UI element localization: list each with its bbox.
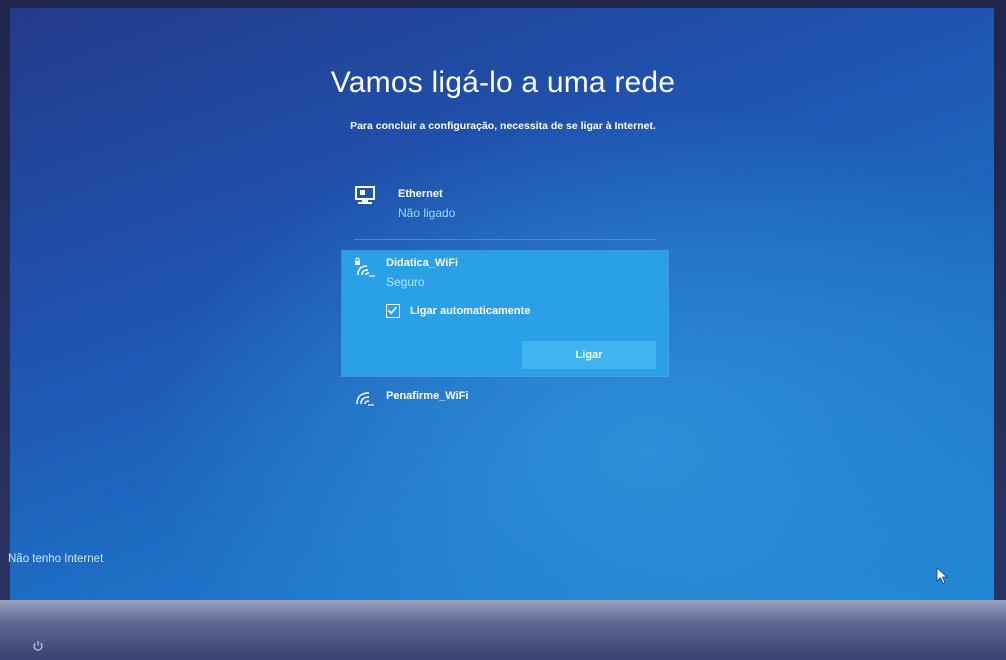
- wifi-icon: [356, 392, 374, 406]
- wifi-name-penafirme: Penafirme_WiFi: [386, 390, 469, 402]
- no-internet-link[interactable]: Não tenho Internet: [8, 553, 103, 565]
- monitor-bezel: [0, 600, 1006, 660]
- connect-button[interactable]: Ligar: [522, 341, 656, 369]
- page-title: Vamos ligá-lo a uma rede: [330, 66, 676, 99]
- list-divider: [354, 239, 656, 240]
- page-subtitle: Para concluir a configuração, necessita …: [350, 120, 656, 132]
- wifi-name-didatica: Didatica_WiFi: [386, 257, 459, 269]
- wifi-secured-icon: [355, 257, 375, 277]
- wifi-status-didatica: Seguro: [386, 275, 425, 289]
- ethernet-item[interactable]: Ethernet Não ligado: [352, 182, 652, 226]
- monitor-frame: Vamos ligá-lo a uma rede Para concluir a…: [0, 0, 1006, 660]
- wifi-item-penafirme[interactable]: Penafirme_WiFi: [352, 384, 652, 408]
- ethernet-monitor-icon: [355, 186, 375, 204]
- checkmark-icon: [387, 306, 398, 315]
- ethernet-name: Ethernet: [398, 188, 443, 200]
- power-icon: [33, 641, 43, 651]
- ethernet-status: Não ligado: [398, 206, 456, 220]
- auto-connect-label[interactable]: Ligar automaticamente: [410, 305, 530, 317]
- wifi-item-didatica[interactable]: Didatica_WiFi Seguro Ligar automaticamen…: [342, 251, 668, 376]
- mouse-cursor-icon: [936, 567, 948, 585]
- auto-connect-checkbox[interactable]: [386, 304, 400, 318]
